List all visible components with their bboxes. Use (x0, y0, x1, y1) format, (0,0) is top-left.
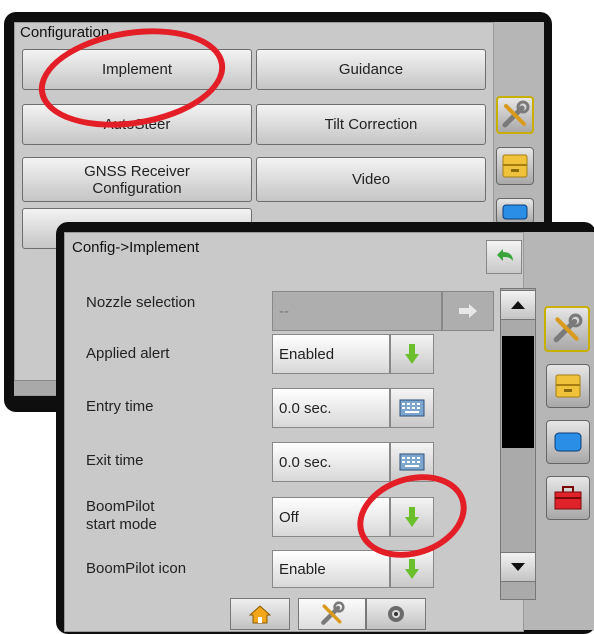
file-drawer-icon (502, 154, 528, 178)
tools-bottom-tab[interactable] (298, 598, 366, 630)
tilt-correction-button[interactable]: Tilt Correction (256, 104, 486, 145)
video-button[interactable]: Video (256, 157, 486, 202)
scrollbar-thumb[interactable] (502, 336, 534, 448)
file-drawer-icon (555, 374, 581, 398)
home-tab[interactable] (230, 598, 290, 630)
applied-alert-label: Applied alert (86, 345, 170, 362)
applied-alert-dropdown-button[interactable] (390, 334, 434, 374)
wrench-screwdriver-icon (321, 601, 345, 625)
entry-time-keyboard-button[interactable] (390, 388, 434, 428)
camera-tab[interactable] (366, 598, 426, 630)
red-toolbox-icon (554, 486, 582, 510)
wrench-screwdriver-icon (502, 100, 530, 128)
green-down-arrow-icon (405, 344, 419, 364)
exit-time-value: 0.0 sec. (272, 442, 390, 482)
exit-time-label: Exit time (86, 452, 144, 469)
scroll-up-button[interactable] (500, 290, 536, 320)
right-arrow-icon (459, 304, 477, 318)
scroll-down-button[interactable] (500, 552, 536, 582)
boompilot-start-mode-label: BoomPilot start mode (86, 498, 157, 533)
toolbox-side-button[interactable] (546, 476, 590, 520)
green-back-arrow-icon (497, 249, 513, 261)
keyboard-icon (399, 453, 425, 471)
data-side-button[interactable] (546, 364, 590, 408)
up-triangle-icon (511, 301, 525, 309)
boompilot-icon-label: BoomPilot icon (86, 560, 187, 577)
data-tab-button[interactable] (496, 147, 534, 185)
console-tab-button[interactable] (496, 198, 534, 224)
applied-alert-value: Enabled (272, 334, 390, 374)
nozzle-selection-value: -- (272, 291, 442, 331)
back-button[interactable] (486, 240, 522, 274)
console-side-button[interactable] (546, 420, 590, 464)
keyboard-icon (399, 399, 425, 417)
boompilot-icon-value: Enable (272, 550, 390, 588)
wrench-screwdriver-icon (553, 313, 583, 343)
gnss-receiver-configuration-button[interactable]: GNSS Receiver Configuration (22, 157, 252, 202)
implement-config-title: Config->Implement (72, 239, 200, 256)
tools-side-button[interactable] (544, 306, 590, 352)
tools-tab-button[interactable] (496, 96, 534, 134)
blue-screen-icon (502, 204, 528, 220)
green-down-arrow-icon (405, 559, 419, 579)
nozzle-selection-next-button (442, 291, 494, 331)
entry-time-value: 0.0 sec. (272, 388, 390, 428)
entry-time-label: Entry time (86, 398, 154, 415)
down-triangle-icon (511, 563, 525, 571)
camera-icon (388, 606, 404, 622)
guidance-button[interactable]: Guidance (256, 49, 486, 90)
nozzle-selection-label: Nozzle selection (86, 294, 196, 311)
home-icon (249, 605, 271, 624)
blue-screen-icon (554, 432, 582, 452)
